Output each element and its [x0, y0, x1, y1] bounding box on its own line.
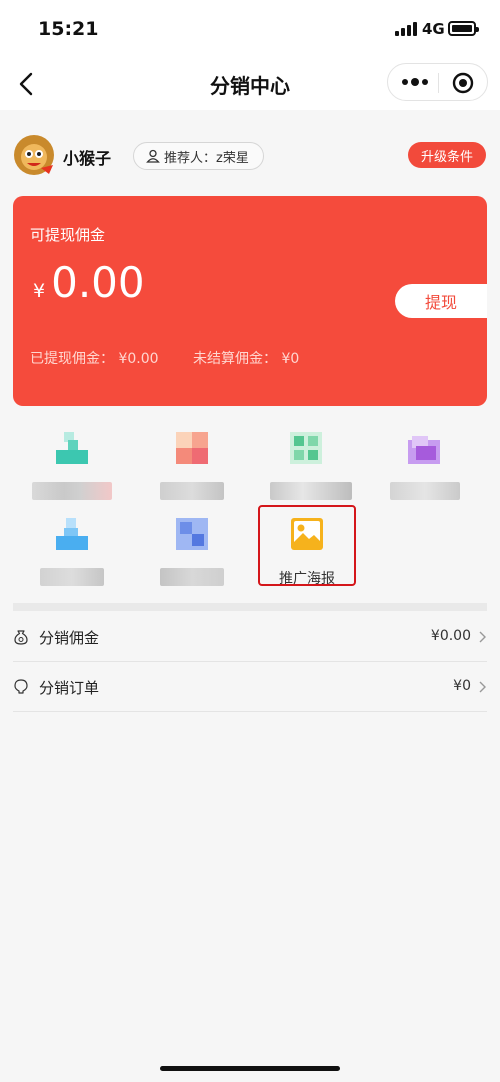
blurred-label	[32, 482, 112, 500]
menu-item-6[interactable]	[142, 518, 242, 598]
list-item-value: ¥0	[453, 678, 471, 694]
miniprogram-capsule	[387, 63, 488, 101]
navigation-bar: 分销中心	[0, 58, 500, 110]
distribution-center-screen: 15:21 4G 分销中心 小猴子 推荐人：z荣星 升级条件 可提现佣金 ¥ 0…	[0, 0, 500, 1082]
chevron-right-icon	[479, 681, 486, 693]
pixelated-coral-icon	[176, 432, 208, 464]
network-type: 4G	[422, 20, 445, 38]
blurred-label	[40, 568, 104, 586]
commission-card: 可提现佣金 ¥ 0.00 提现 已提现佣金： ¥0.00 未结算佣金： ¥0	[13, 196, 487, 406]
user-name: 小猴子	[63, 149, 112, 168]
more-icon[interactable]	[400, 74, 430, 90]
list-item-orders[interactable]: 分销订单 ¥0	[13, 662, 487, 712]
lightbulb-icon	[14, 679, 28, 694]
currency-symbol: ¥	[33, 280, 46, 302]
referrer-text: 推荐人：z荣星	[164, 150, 249, 166]
battery-icon	[448, 21, 479, 36]
pixelated-indigo-icon	[176, 518, 208, 550]
signal-icon	[395, 22, 417, 36]
pixelated-teal-icon	[56, 432, 88, 464]
capsule-divider	[438, 73, 439, 93]
list-item-value: ¥0.00	[430, 628, 471, 644]
pixelated-blue-icon	[56, 518, 88, 550]
status-time: 15:21	[38, 18, 99, 40]
upgrade-conditions-button[interactable]: 升级条件	[408, 142, 486, 168]
withdraw-button[interactable]: 提现	[395, 284, 487, 318]
blurred-label	[160, 568, 224, 586]
withdrawn-commission: 已提现佣金： ¥0.00	[30, 351, 159, 367]
unsettled-commission: 未结算佣金： ¥0	[193, 351, 300, 367]
close-target-icon[interactable]	[452, 72, 474, 94]
referrer-badge: 推荐人：z荣星	[133, 142, 264, 170]
withdrawable-amount: ¥ 0.00	[33, 258, 145, 307]
menu-item-5[interactable]	[22, 518, 122, 598]
menu-item-3[interactable]	[256, 432, 356, 512]
blurred-label	[270, 482, 352, 500]
withdrawable-label: 可提现佣金	[30, 226, 106, 244]
person-icon	[146, 149, 160, 163]
section-divider	[13, 603, 487, 611]
blurred-label	[390, 482, 460, 500]
blurred-label	[160, 482, 224, 500]
list-item-label: 分销佣金	[39, 629, 100, 647]
pixelated-purple-icon	[408, 436, 440, 464]
menu-item-4[interactable]	[374, 432, 474, 512]
list-item-commission[interactable]: 分销佣金 ¥0.00	[13, 612, 487, 662]
pixelated-green-icon	[290, 432, 322, 464]
home-indicator	[160, 1066, 340, 1071]
status-bar: 15:21 4G	[0, 0, 500, 58]
amount-value: 0.00	[51, 258, 145, 307]
chevron-right-icon	[479, 631, 486, 643]
highlight-box	[258, 505, 356, 586]
list-item-label: 分销订单	[39, 679, 100, 697]
menu-item-2[interactable]	[142, 432, 242, 512]
menu-item-1[interactable]	[22, 432, 122, 512]
money-bag-icon	[14, 630, 28, 645]
avatar[interactable]	[13, 134, 55, 176]
user-row: 小猴子 推荐人：z荣星 升级条件	[0, 110, 500, 196]
